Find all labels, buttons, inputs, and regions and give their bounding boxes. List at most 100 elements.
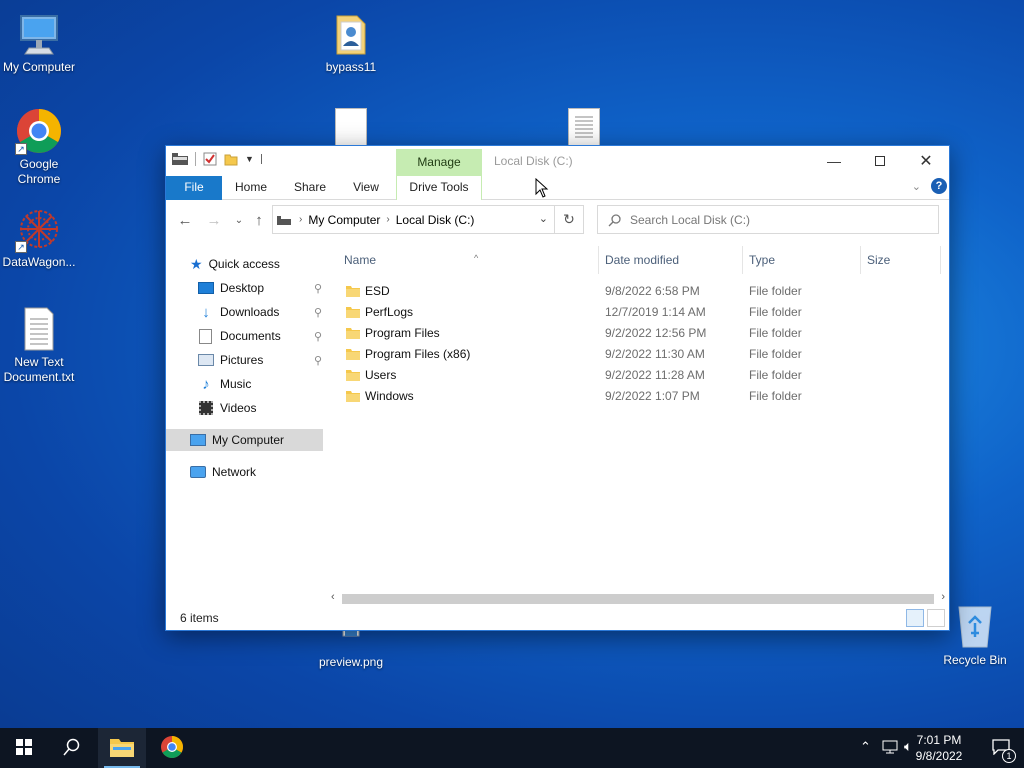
music-icon: ♪	[202, 375, 210, 393]
column-header-label: Size	[867, 253, 891, 267]
customize-toolbar-icon[interactable]: ▼	[245, 154, 254, 164]
sidebar-item-label: Desktop	[220, 281, 265, 295]
forward-button[interactable]: →	[204, 210, 224, 230]
file-type: File folder	[749, 326, 802, 340]
star-icon: ★	[190, 255, 203, 272]
file-date: 9/8/2022 6:58 PM	[605, 284, 700, 298]
file-name: Windows	[365, 389, 414, 403]
tab-share[interactable]: Share	[288, 176, 332, 200]
recent-locations-button[interactable]: ⌄	[229, 210, 249, 230]
notification-count-badge: 1	[1002, 749, 1016, 763]
column-header-name[interactable]: Name ^	[336, 246, 599, 274]
column-header-date-modified[interactable]: Date modified	[597, 246, 743, 274]
videos-icon	[199, 401, 213, 415]
horizontal-scrollbar[interactable]: ‹ ›	[328, 590, 948, 607]
tab-home[interactable]: Home	[228, 176, 274, 200]
file-date: 9/2/2022 11:28 AM	[605, 368, 705, 382]
maximize-button[interactable]	[857, 146, 903, 176]
sidebar-item-my-computer[interactable]: My Computer	[166, 429, 323, 451]
search-input[interactable]: Search Local Disk (C:)	[597, 205, 939, 234]
desktop-icon-bypass11[interactable]: bypass11	[311, 10, 391, 75]
scroll-right-icon[interactable]: ›	[941, 591, 945, 603]
table-row[interactable]: PerfLogs 12/7/2019 1:14 AM File folder	[344, 302, 940, 323]
sidebar-item-downloads[interactable]: ↓ Downloads ⚲	[198, 301, 322, 323]
file-explorer-window: ▼ Manage Local Disk (C:) — ✕ File Home S…	[165, 145, 950, 631]
tab-view[interactable]: View	[346, 176, 386, 200]
sidebar-item-label: Music	[220, 377, 252, 391]
chevron-up-icon[interactable]: ⌃	[860, 739, 871, 755]
action-center-button[interactable]: 1	[992, 739, 1016, 763]
folder-icon	[327, 10, 375, 58]
start-button[interactable]	[0, 728, 48, 768]
taskbar-file-explorer[interactable]	[98, 728, 146, 768]
column-header-type[interactable]: Type	[741, 246, 861, 274]
title-bar[interactable]: ▼ Manage Local Disk (C:) — ✕	[166, 146, 949, 176]
folder-icon	[346, 349, 360, 360]
expand-ribbon-icon[interactable]: ⌄	[912, 180, 921, 193]
address-dropdown-icon[interactable]: ⌄	[539, 212, 548, 225]
column-header-size[interactable]: Size	[859, 246, 941, 274]
breadcrumb-separator-icon[interactable]: ›	[299, 214, 302, 225]
clock[interactable]: 7:01 PM 9/8/2022	[909, 732, 969, 764]
file-date: 9/2/2022 11:30 AM	[605, 347, 705, 361]
details-view-button[interactable]	[906, 609, 924, 627]
scrollbar-thumb[interactable]	[342, 594, 934, 604]
breadcrumb-separator-icon[interactable]: ›	[386, 214, 389, 225]
file-type: File folder	[749, 389, 802, 403]
taskbar-chrome[interactable]	[148, 728, 196, 768]
manage-context-tab-header[interactable]: Manage	[396, 149, 482, 176]
desktop-icon-google-chrome[interactable]: ↗ Google Chrome	[0, 107, 79, 187]
pin-icon[interactable]: ⚲	[314, 330, 322, 343]
desktop-icon-datawagon[interactable]: ↗ DataWagon...	[0, 205, 79, 270]
close-button[interactable]: ✕	[903, 146, 949, 176]
file-name: ESD	[365, 284, 390, 298]
table-row[interactable]: Windows 9/2/2022 1:07 PM File folder	[344, 386, 940, 407]
pictures-icon	[198, 354, 214, 366]
large-icons-view-button[interactable]	[927, 609, 945, 627]
properties-icon[interactable]	[203, 152, 217, 166]
desktop-icon-my-computer[interactable]: My Computer	[0, 10, 79, 75]
help-button[interactable]: ?	[931, 178, 947, 194]
up-button[interactable]: ↑	[249, 210, 269, 230]
table-row[interactable]: Program Files (x86) 9/2/2022 11:30 AM Fi…	[344, 344, 940, 365]
mouse-cursor-icon	[535, 177, 549, 201]
network-status-icon[interactable]	[882, 740, 898, 757]
desktop-icon-label: Google Chrome	[17, 157, 61, 186]
pin-icon[interactable]: ⚲	[314, 282, 322, 295]
new-folder-icon[interactable]	[224, 152, 238, 166]
tab-drive-tools[interactable]: Drive Tools	[396, 176, 482, 200]
search-icon	[608, 213, 622, 227]
search-button[interactable]	[48, 728, 96, 768]
tab-file[interactable]: File	[166, 176, 222, 200]
sidebar-item-desktop[interactable]: Desktop ⚲	[198, 277, 322, 299]
sidebar-item-network[interactable]: Network	[190, 461, 256, 483]
pin-icon[interactable]: ⚲	[314, 354, 322, 367]
taskbar: ⌃ 🔈︎ 7:01 PM 9/8/2022 1	[0, 728, 1024, 768]
arrow-left-icon: ←	[177, 211, 193, 229]
sidebar-item-videos[interactable]: Videos	[198, 397, 256, 419]
address-bar[interactable]: › My Computer › Local Disk (C:) ⌄	[272, 205, 555, 234]
search-icon	[63, 738, 81, 759]
sidebar-item-label: Pictures	[220, 353, 264, 367]
back-button[interactable]: ←	[175, 210, 195, 230]
sidebar-item-quick-access[interactable]: ★ Quick access	[190, 253, 280, 275]
folder-icon	[346, 286, 360, 297]
desktop-icon-label: Recycle Bin	[943, 653, 1007, 667]
sidebar-item-music[interactable]: ♪ Music	[198, 373, 251, 395]
scroll-left-icon[interactable]: ‹	[331, 591, 335, 603]
desktop-icon-new-text-document[interactable]: New Text Document.txt	[0, 305, 79, 385]
pin-icon[interactable]: ⚲	[314, 306, 322, 319]
refresh-button[interactable]: ↻	[555, 205, 584, 234]
desktop-icon-label: bypass11	[325, 60, 377, 74]
breadcrumb-local-disk[interactable]: Local Disk (C:)	[396, 213, 475, 227]
sidebar-item-pictures[interactable]: Pictures ⚲	[198, 349, 322, 371]
table-row[interactable]: Program Files 9/2/2022 12:56 PM File fol…	[344, 323, 940, 344]
navigation-pane: ★ Quick access Desktop ⚲ ↓ Downloads ⚲ D…	[166, 240, 326, 600]
recycle-bin-icon	[951, 603, 999, 651]
breadcrumb-my-computer[interactable]: My Computer	[308, 213, 380, 227]
table-row[interactable]: Users 9/2/2022 11:28 AM File folder	[344, 365, 940, 386]
sidebar-item-documents[interactable]: Documents ⚲	[198, 325, 322, 347]
file-date: 9/2/2022 12:56 PM	[605, 326, 707, 340]
minimize-button[interactable]: —	[811, 146, 857, 176]
table-row[interactable]: ESD 9/8/2022 6:58 PM File folder	[344, 281, 940, 302]
